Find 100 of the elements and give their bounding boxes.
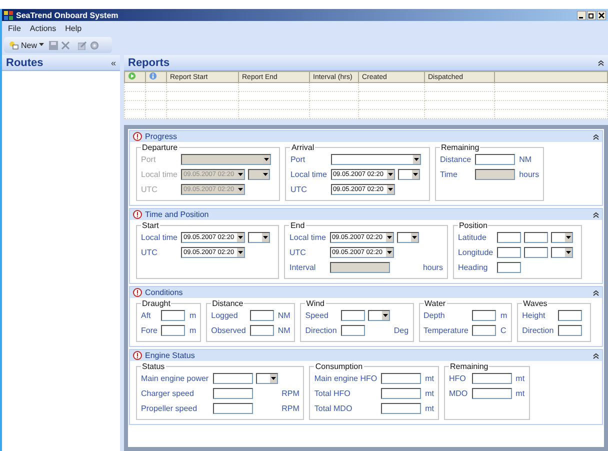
caret-icon bbox=[386, 251, 392, 254]
input-field[interactable] bbox=[330, 262, 390, 273]
new-button[interactable]: New bbox=[7, 40, 46, 50]
input-field[interactable] bbox=[497, 247, 522, 258]
dropdown[interactable] bbox=[551, 232, 574, 243]
unit-label: m bbox=[189, 311, 196, 320]
menu-item[interactable]: Help bbox=[65, 24, 82, 32]
gear-icon[interactable] bbox=[90, 40, 100, 50]
field-label: Main engine power bbox=[141, 374, 209, 383]
input-field[interactable] bbox=[558, 310, 582, 321]
collapse-icon[interactable] bbox=[593, 290, 599, 296]
section-header[interactable]: Time and Position bbox=[130, 209, 602, 220]
field-label: Aft bbox=[141, 311, 152, 320]
unit-label: NM bbox=[278, 311, 290, 320]
input-field[interactable] bbox=[381, 388, 422, 399]
section-header[interactable]: Conditions bbox=[130, 287, 602, 298]
group-title: Start bbox=[141, 221, 160, 230]
dropdown[interactable] bbox=[330, 154, 421, 165]
group-title: Consumption bbox=[314, 362, 364, 371]
input-field[interactable] bbox=[340, 325, 365, 336]
field-label: Time bbox=[440, 170, 458, 179]
input-field[interactable] bbox=[524, 232, 548, 243]
group-title: Remaining bbox=[440, 143, 480, 152]
field-label: Local time bbox=[290, 170, 327, 179]
caret-icon bbox=[382, 314, 388, 317]
delete-icon[interactable] bbox=[61, 40, 70, 50]
field-label: Total MDO bbox=[314, 404, 354, 413]
section-header[interactable]: Progress bbox=[130, 131, 602, 142]
restore-button[interactable] bbox=[587, 10, 596, 20]
group-title: Remaining bbox=[448, 362, 490, 371]
minimize-button[interactable] bbox=[577, 10, 586, 20]
group-title: Departure bbox=[141, 143, 179, 152]
field-label: MDO bbox=[448, 389, 468, 398]
input-field[interactable] bbox=[558, 325, 582, 336]
group-title: Distance bbox=[211, 299, 244, 308]
caret-icon bbox=[388, 188, 393, 191]
collapse-icon[interactable] bbox=[598, 60, 604, 66]
dropdown[interactable] bbox=[551, 247, 574, 258]
group-title: Wind bbox=[305, 299, 326, 308]
collapse-button[interactable]: « bbox=[110, 58, 116, 68]
input-field[interactable] bbox=[340, 310, 365, 321]
input-field[interactable] bbox=[497, 232, 522, 243]
input-field[interactable] bbox=[497, 262, 522, 273]
field-label: Port bbox=[290, 155, 306, 164]
close-button[interactable] bbox=[597, 10, 606, 20]
menu-item[interactable]: Actions bbox=[30, 24, 56, 32]
dropdown[interactable] bbox=[396, 232, 419, 243]
collapse-icon[interactable] bbox=[593, 134, 599, 140]
section-header[interactable]: Engine Status bbox=[130, 350, 602, 361]
unit-label: m bbox=[500, 311, 508, 320]
unit-label: RPM bbox=[282, 389, 300, 398]
caret-icon bbox=[412, 236, 417, 239]
field-label: Interval bbox=[289, 263, 317, 272]
input-field[interactable] bbox=[250, 325, 274, 336]
unit-label: hours bbox=[422, 263, 443, 272]
dropdown[interactable] bbox=[248, 232, 270, 243]
group-title: Waves bbox=[522, 299, 548, 308]
input-field[interactable] bbox=[475, 169, 516, 180]
input-field[interactable] bbox=[161, 310, 186, 321]
group-title: Status bbox=[141, 362, 166, 371]
caret-icon bbox=[566, 251, 572, 254]
input-field[interactable] bbox=[472, 388, 512, 399]
dropdown[interactable] bbox=[368, 310, 390, 321]
field-label: Latitude bbox=[458, 233, 488, 242]
input-field[interactable] bbox=[475, 154, 516, 165]
input-field[interactable] bbox=[212, 373, 253, 384]
input-field[interactable] bbox=[212, 403, 253, 414]
field-label: Height bbox=[522, 311, 546, 320]
play-icon bbox=[128, 72, 136, 80]
collapse-icon[interactable] bbox=[593, 352, 599, 358]
caret-icon bbox=[263, 236, 268, 239]
field-label: Local time bbox=[141, 170, 178, 179]
unit-label: Deg bbox=[394, 326, 409, 335]
unit-label: mt bbox=[425, 404, 434, 413]
input-field[interactable] bbox=[472, 373, 512, 384]
field-label: Logged bbox=[211, 311, 239, 320]
field-label: Heading bbox=[458, 263, 489, 272]
dropdown[interactable] bbox=[256, 373, 278, 384]
field-label: Propeller speed bbox=[141, 404, 198, 413]
field-label: Total HFO bbox=[314, 389, 352, 398]
input-field[interactable] bbox=[212, 388, 253, 399]
input-field[interactable] bbox=[524, 247, 548, 258]
collapse-icon[interactable] bbox=[593, 212, 599, 218]
input-field[interactable] bbox=[381, 403, 422, 414]
field-label: Longitude bbox=[458, 248, 494, 257]
unit-label: hours bbox=[519, 170, 540, 179]
input-field[interactable] bbox=[381, 373, 422, 384]
unit-label: mt bbox=[425, 389, 434, 398]
field-label: UTC bbox=[290, 185, 308, 194]
unit-label: m bbox=[189, 326, 196, 335]
group-title: Draught bbox=[141, 299, 172, 308]
field-label: Temperature bbox=[424, 326, 468, 335]
input-field[interactable] bbox=[250, 310, 274, 321]
dropdown[interactable] bbox=[398, 169, 420, 180]
input-field[interactable] bbox=[472, 310, 496, 321]
edit-icon[interactable] bbox=[78, 40, 88, 50]
menu-item[interactable]: File bbox=[8, 24, 21, 32]
caret-icon bbox=[238, 188, 244, 191]
input-field[interactable] bbox=[161, 325, 186, 336]
input-field[interactable] bbox=[472, 325, 496, 336]
